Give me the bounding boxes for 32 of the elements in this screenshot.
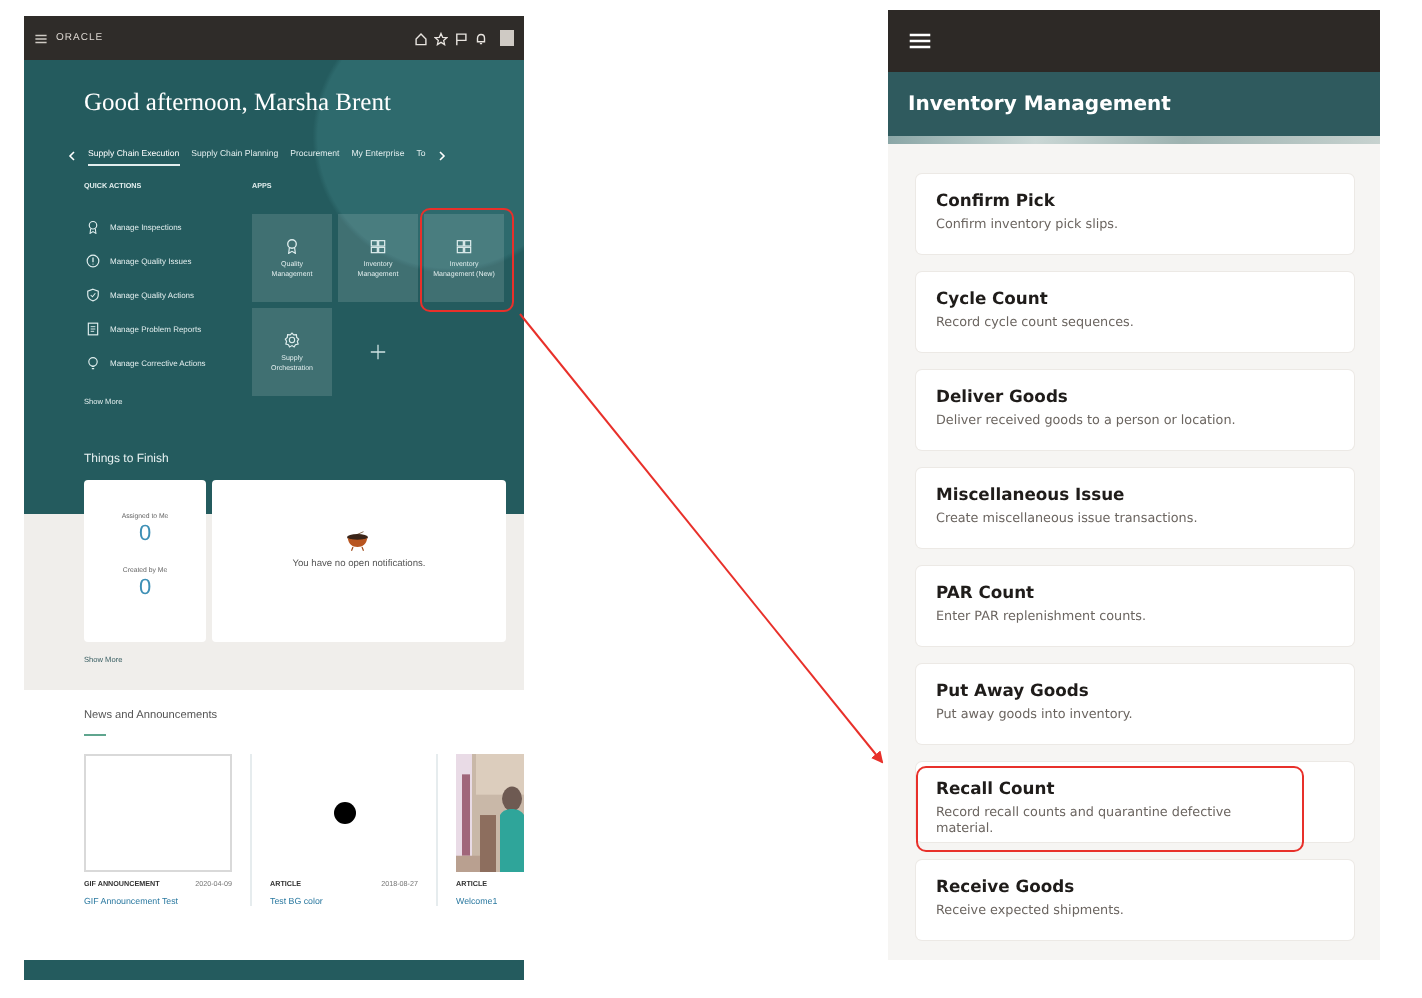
task-title: Deliver Goods (936, 386, 1070, 406)
task-title: PAR Count (936, 582, 1037, 602)
chevron-right-icon[interactable] (437, 149, 446, 161)
count-value[interactable]: 0 (138, 524, 152, 546)
dot-graphic (333, 802, 355, 824)
boxes-icon (456, 237, 472, 254)
ribbon-icon (284, 237, 300, 254)
star-icon[interactable] (434, 31, 448, 45)
boxes-icon (370, 237, 386, 254)
shield-icon (86, 288, 100, 302)
bell-icon[interactable] (474, 31, 488, 45)
ribbon-icon (86, 220, 100, 234)
flag-icon[interactable] (454, 31, 468, 45)
plus-icon[interactable] (370, 344, 386, 360)
task-title: Put Away Goods (936, 680, 1091, 700)
lightbulb-icon (86, 356, 100, 370)
menu-icon[interactable] (34, 31, 48, 45)
task-title: Recall Count (936, 778, 1057, 798)
pot-icon (344, 530, 374, 552)
task-title: Receive Goods (936, 876, 1077, 896)
task-title: Confirm Pick (936, 190, 1057, 210)
count-value[interactable]: 0 (138, 578, 152, 600)
chevron-left-icon[interactable] (68, 149, 76, 161)
task-title: Miscellaneous Issue (936, 484, 1127, 504)
task-title: Cycle Count (936, 288, 1050, 308)
home-icon[interactable] (414, 31, 428, 45)
blank-thumbnail[interactable] (84, 754, 232, 872)
document-icon (86, 322, 100, 336)
gear-icon (284, 331, 300, 348)
greeting-title: Good afternoon, Marsha Brent (84, 88, 393, 118)
alert-icon (86, 254, 100, 268)
page-title: Inventory Management (908, 93, 1171, 115)
